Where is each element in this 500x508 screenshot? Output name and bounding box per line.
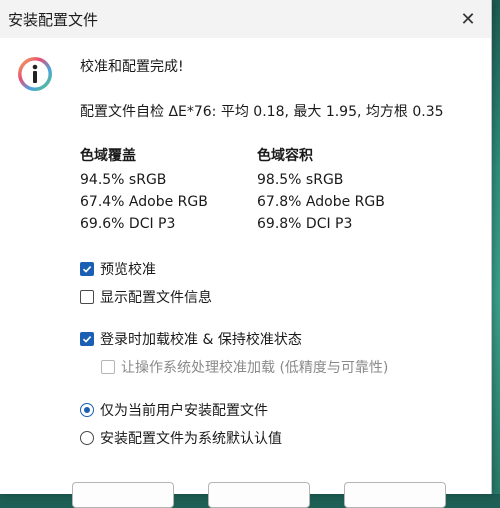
load-on-login-label: 登录时加载校准 & 保持校准状态: [100, 332, 302, 348]
load-on-login-checkbox[interactable]: [80, 332, 94, 346]
let-os-handle-checkbox[interactable]: [101, 360, 115, 374]
preview-calibration-label: 预览校准: [100, 262, 156, 278]
install-current-user-label: 仅为当前用户安装配置文件: [100, 403, 268, 419]
show-profile-info-option[interactable]: 显示配置文件信息: [80, 287, 212, 307]
install-current-user-option[interactable]: 仅为当前用户安装配置文件: [80, 400, 268, 420]
show-profile-info-checkbox[interactable]: [80, 290, 94, 304]
preview-calibration-checkbox[interactable]: [80, 262, 94, 276]
gamut-volume-srgb: 98.5% sRGB: [257, 172, 344, 188]
install-profile-dialog: 安装配置文件 ✕ 校准和配置完成! 配置文件自检 ΔE*76: 平均 0.18,…: [0, 0, 492, 508]
install-system-default-option[interactable]: 安装配置文件为系统默认认值: [80, 428, 282, 448]
dialog-button-3[interactable]: [344, 482, 446, 508]
gamut-volume-dci-p3: 69.8% DCI P3: [257, 216, 353, 232]
gamut-coverage-section: 色域覆盖 94.5% sRGB 67.4% Adobe RGB 69.6% DC…: [80, 145, 208, 235]
install-current-user-radio[interactable]: [80, 403, 94, 417]
load-on-login-option[interactable]: 登录时加载校准 & 保持校准状态: [80, 329, 302, 349]
completion-headline: 校准和配置完成!: [80, 59, 184, 75]
close-button[interactable]: ✕: [445, 0, 491, 38]
gamut-coverage-srgb: 94.5% sRGB: [80, 172, 167, 188]
install-system-default-label: 安装配置文件为系统默认认值: [100, 431, 282, 447]
dialog-button-2[interactable]: [208, 482, 310, 508]
checkmark-icon: [82, 266, 92, 273]
preview-calibration-option[interactable]: 预览校准: [80, 259, 156, 279]
gamut-volume-heading: 色域容积: [257, 148, 313, 164]
gamut-volume-adobe-rgb: 67.8% Adobe RGB: [257, 194, 385, 210]
checkmark-icon: [82, 336, 92, 343]
dialog-button-1[interactable]: [72, 482, 174, 508]
profile-check-summary: 配置文件自检 ΔE*76: 平均 0.18, 最大 1.95, 均方根 0.35: [80, 104, 444, 120]
let-os-handle-label: 让操作系统处理校准加载 (低精度与可靠性): [121, 360, 389, 376]
gamut-volume-section: 色域容积 98.5% sRGB 67.8% Adobe RGB 69.8% DC…: [257, 145, 385, 235]
install-system-default-radio[interactable]: [80, 431, 94, 445]
info-icon: [17, 56, 53, 92]
gamut-coverage-dci-p3: 69.6% DCI P3: [80, 216, 176, 232]
gamut-coverage-heading: 色域覆盖: [80, 148, 136, 164]
title-bar[interactable]: 安装配置文件 ✕: [0, 0, 491, 38]
show-profile-info-label: 显示配置文件信息: [100, 290, 212, 306]
let-os-handle-option[interactable]: 让操作系统处理校准加载 (低精度与可靠性): [101, 357, 388, 377]
close-icon: ✕: [460, 8, 476, 30]
window-title: 安装配置文件: [8, 11, 99, 29]
gamut-coverage-adobe-rgb: 67.4% Adobe RGB: [80, 194, 208, 210]
